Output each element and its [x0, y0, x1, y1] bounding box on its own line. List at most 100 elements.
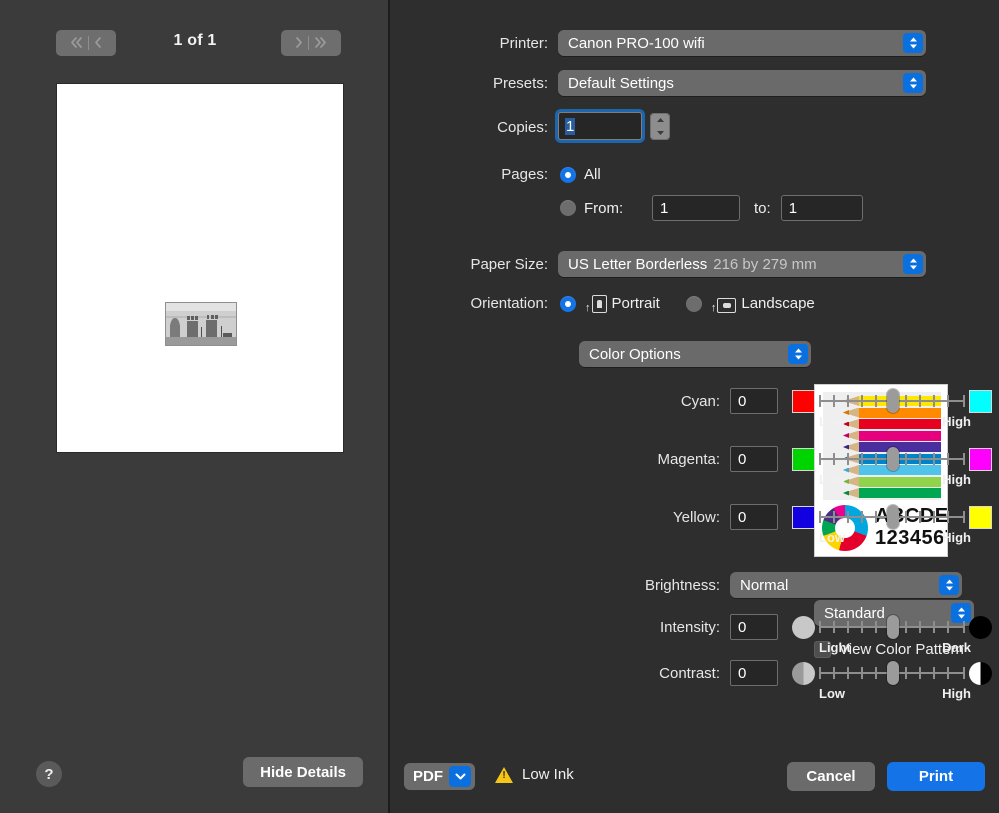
- magenta-slider[interactable]: Low High: [792, 446, 992, 487]
- low-ink-status: Low Ink: [495, 766, 574, 783]
- intensity-light-icon: [792, 615, 815, 639]
- pencil: [843, 488, 941, 498]
- chevron-updown-icon[interactable]: [903, 254, 923, 274]
- cyan-low-label: Low: [819, 414, 845, 429]
- cyan-slider-thumb[interactable]: [887, 389, 899, 413]
- intensity-slider-track[interactable]: [819, 614, 965, 640]
- pages-label: Pages:: [501, 166, 548, 183]
- magenta-high-swatch: [969, 447, 992, 471]
- intensity-slider-thumb[interactable]: [887, 615, 899, 639]
- brightness-select[interactable]: Normal: [730, 572, 962, 598]
- yellow-value-input[interactable]: 0: [730, 504, 778, 530]
- orientation-landscape-option[interactable]: ↑ Landscape: [685, 294, 815, 314]
- printer-row: Printer: Canon PRO-100 wifi: [390, 30, 950, 56]
- copies-input[interactable]: 1: [558, 112, 642, 140]
- paper-size-value: US Letter Borderless: [568, 255, 708, 273]
- intensity-slider[interactable]: Light Dark: [792, 614, 992, 655]
- contrast-slider-thumb[interactable]: [887, 661, 899, 685]
- orientation-portrait-radio[interactable]: [560, 295, 576, 312]
- pages-range-radio[interactable]: [560, 200, 576, 216]
- preview-photo-thumbnail: [165, 302, 237, 346]
- presets-label: Presets:: [492, 74, 548, 92]
- cyan-slider-track[interactable]: [819, 388, 965, 414]
- orientation-portrait-option[interactable]: ↑ Portrait: [560, 294, 660, 314]
- chevron-updown-icon[interactable]: [903, 73, 923, 93]
- copies-value: 1: [565, 117, 576, 135]
- pages-to-input[interactable]: 1: [780, 195, 863, 221]
- paper-size-select[interactable]: US Letter Borderless 216 by 279 mm: [558, 251, 926, 277]
- yellow-slider-track[interactable]: [819, 504, 965, 530]
- pdf-button[interactable]: PDF: [404, 763, 475, 790]
- chevron-updown-icon[interactable]: [939, 575, 959, 595]
- presets-select[interactable]: Default Settings: [558, 70, 926, 96]
- cyan-slider[interactable]: Low High: [792, 388, 992, 429]
- pages-all-option[interactable]: All: [560, 166, 601, 183]
- print-button[interactable]: Print: [887, 762, 985, 791]
- contrast-slider[interactable]: Low High: [792, 660, 992, 701]
- cyan-value-input[interactable]: 0: [730, 388, 778, 414]
- portrait-page-icon: ↑: [585, 294, 607, 314]
- yellow-slider-thumb[interactable]: [887, 505, 899, 529]
- chevron-updown-icon[interactable]: [788, 344, 808, 364]
- pages-from-label: From:: [584, 199, 624, 217]
- magenta-low-swatch: [792, 447, 815, 471]
- contrast-value-input[interactable]: 0: [730, 660, 778, 686]
- preview-bottom-bar: ? Hide Details: [0, 745, 390, 813]
- pages-range-row: From: 1 to: 1: [560, 195, 980, 221]
- cyan-high-label: High: [942, 414, 971, 429]
- orientation-landscape-radio[interactable]: [685, 295, 702, 312]
- intensity-high-label: Dark: [942, 640, 971, 655]
- hide-details-button[interactable]: Hide Details: [243, 757, 363, 787]
- intensity-value-input[interactable]: 0: [730, 614, 778, 640]
- page-preview-sheet[interactable]: [57, 84, 343, 452]
- warning-triangle-icon: [495, 766, 513, 783]
- cancel-button[interactable]: Cancel: [787, 762, 875, 791]
- magenta-slider-thumb[interactable]: [887, 447, 899, 471]
- chevron-updown-icon[interactable]: [903, 33, 923, 53]
- brightness-row: Brightness: Normal: [620, 572, 962, 598]
- pages-from-input[interactable]: 1: [652, 195, 740, 221]
- cyan-label: Cyan:: [680, 392, 720, 410]
- preview-navigation: 1 of 1: [0, 30, 390, 56]
- intensity-slider-row: Intensity: 0 Light Dark: [620, 614, 992, 655]
- contrast-low-icon: [792, 661, 815, 685]
- yellow-slider[interactable]: Low High: [792, 504, 992, 545]
- contrast-high-icon: [969, 661, 992, 685]
- paper-size-label: Paper Size:: [470, 255, 548, 273]
- cyan-low-swatch: [792, 389, 815, 413]
- options-pane-select[interactable]: Color Options: [579, 341, 811, 367]
- orientation-row: Orientation: ↑ Portrait ↑ Landscape: [390, 294, 870, 314]
- low-ink-label: Low Ink: [522, 766, 574, 783]
- magenta-high-label: High: [942, 472, 971, 487]
- page-indicator: 1 of 1: [173, 32, 217, 49]
- yellow-high-swatch: [969, 505, 992, 529]
- printer-label: Printer:: [499, 34, 548, 52]
- presets-value: Default Settings: [568, 74, 674, 92]
- brightness-value: Normal: [740, 576, 789, 594]
- presets-row: Presets: Default Settings: [390, 70, 950, 96]
- pages-all-radio[interactable]: [560, 166, 576, 183]
- brightness-label: Brightness:: [644, 576, 720, 594]
- orientation-portrait-label: Portrait: [611, 295, 660, 312]
- printer-select[interactable]: Canon PRO-100 wifi: [558, 30, 926, 56]
- magenta-value-input[interactable]: 0: [730, 446, 778, 472]
- print-dialog: 1 of 1 ? Hide Details Printer: Canon PRO…: [0, 0, 999, 813]
- help-button[interactable]: ?: [36, 761, 62, 787]
- magenta-slider-row: Magenta: 0 Low High: [620, 446, 992, 487]
- magenta-slider-track[interactable]: [819, 446, 965, 472]
- copies-label: Copies:: [497, 118, 548, 136]
- contrast-slider-track[interactable]: [819, 660, 965, 686]
- contrast-slider-row: Contrast: 0 Low High: [620, 660, 992, 701]
- pages-all-label: All: [584, 166, 601, 183]
- chevron-down-icon[interactable]: [449, 766, 471, 787]
- intensity-low-label: Light: [819, 640, 851, 655]
- magenta-low-label: Low: [819, 472, 845, 487]
- copies-row: Copies: 1: [390, 112, 690, 142]
- copies-stepper[interactable]: [650, 113, 670, 140]
- yellow-slider-row: Yellow: 0 Low High: [620, 504, 992, 545]
- paper-size-row: Paper Size: US Letter Borderless 216 by …: [390, 251, 950, 277]
- pencil: [843, 430, 941, 441]
- printer-value: Canon PRO-100 wifi: [568, 34, 705, 52]
- cyan-high-swatch: [969, 389, 992, 413]
- yellow-low-swatch: [792, 505, 815, 529]
